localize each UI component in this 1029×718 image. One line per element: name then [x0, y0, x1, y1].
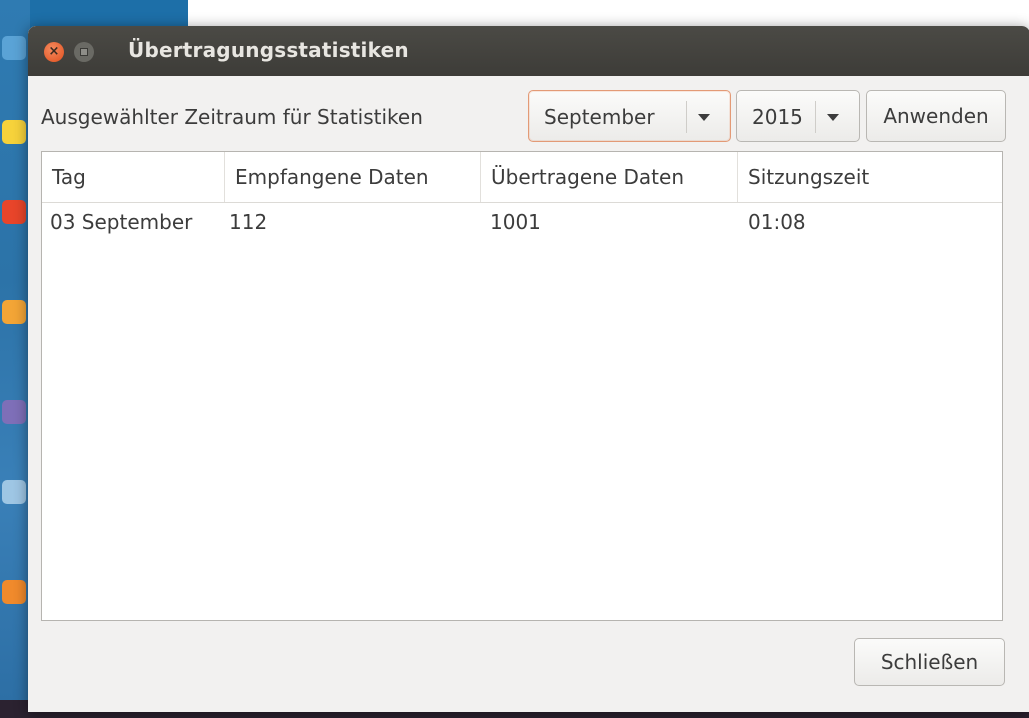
statistics-dialog: × Übertragungsstatistiken Ausgewählter Z… [28, 26, 1029, 712]
table-header: Tag Empfangene Daten Übertragene Daten S… [42, 152, 1002, 203]
month-value: September [544, 105, 655, 129]
chevron-down-icon [698, 114, 710, 121]
column-header-session-time[interactable]: Sitzungszeit [738, 152, 1002, 202]
launcher-app-icon[interactable] [2, 36, 26, 60]
cell-received: 112 [229, 210, 268, 234]
column-header-received[interactable]: Empfangene Daten [225, 152, 481, 202]
close-icon[interactable]: × [44, 42, 64, 62]
cell-session-time: 01:08 [748, 210, 806, 234]
table-row[interactable]: 03 September 112 1001 01:08 [42, 202, 1002, 242]
combo-separator [686, 101, 687, 133]
year-value: 2015 [752, 105, 803, 129]
launcher-bar [0, 0, 30, 700]
cell-transmitted: 1001 [490, 210, 541, 234]
apply-button[interactable]: Anwenden [866, 90, 1006, 142]
period-label: Ausgewählter Zeitraum für Statistiken [41, 105, 423, 129]
month-combobox[interactable]: September [528, 90, 731, 142]
column-header-transmitted[interactable]: Übertragene Daten [481, 152, 738, 202]
cell-day: 03 September [50, 210, 193, 234]
combo-separator [815, 101, 816, 133]
launcher-app-icon[interactable] [2, 580, 26, 604]
launcher-app-icon[interactable] [2, 200, 26, 224]
column-header-day[interactable]: Tag [42, 152, 225, 202]
titlebar: × Übertragungsstatistiken [28, 26, 1029, 76]
close-button[interactable]: Schließen [854, 638, 1005, 686]
launcher-app-icon[interactable] [2, 480, 26, 504]
launcher-app-icon[interactable] [2, 300, 26, 324]
year-combobox[interactable]: 2015 [736, 90, 860, 142]
maximize-icon[interactable] [74, 42, 94, 62]
launcher-app-icon[interactable] [2, 400, 26, 424]
window-title: Übertragungsstatistiken [128, 38, 409, 62]
launcher-app-icon[interactable] [2, 120, 26, 144]
statistics-table: Tag Empfangene Daten Übertragene Daten S… [41, 151, 1003, 621]
chevron-down-icon [827, 114, 839, 121]
